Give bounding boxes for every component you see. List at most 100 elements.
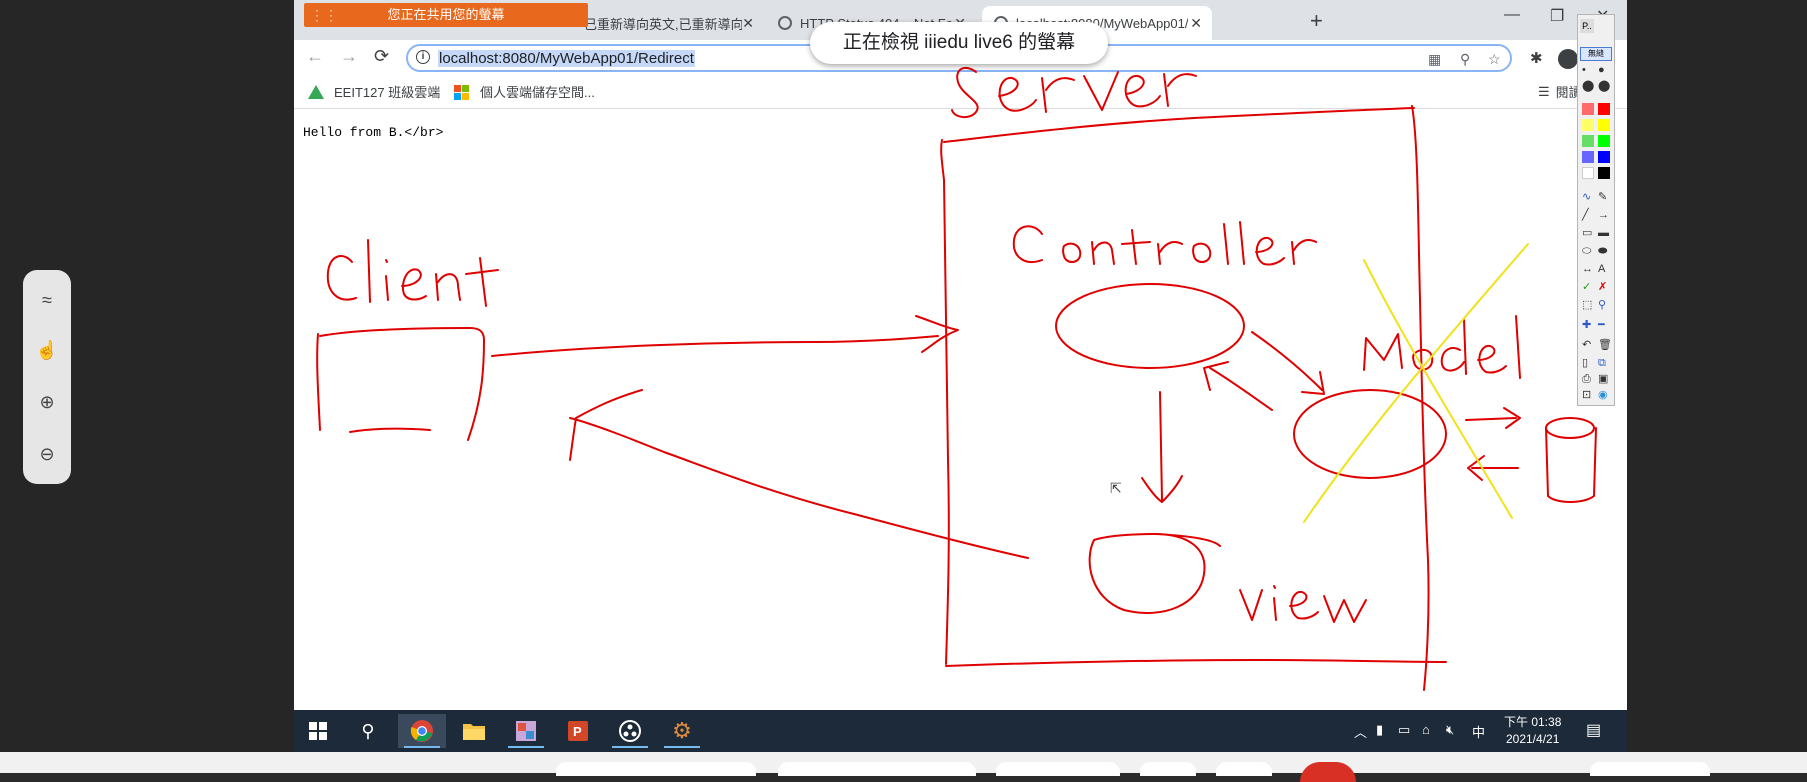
screen-sharing-banner[interactable]: ⋮⋮ 您正在共用您的螢幕 xyxy=(304,3,588,27)
zoom-icon[interactable]: ⚲ xyxy=(1460,51,1470,68)
zoom-out-button[interactable]: ⊖ xyxy=(23,436,71,472)
zoom-minus-icon[interactable]: ━ xyxy=(1598,319,1605,331)
host-control-pill[interactable] xyxy=(1590,762,1710,776)
tray-chevron-icon[interactable]: ︿ xyxy=(1354,722,1367,741)
drag-handle-icon[interactable]: ⋮⋮ xyxy=(310,3,338,27)
zoom-plus-icon[interactable]: ✚ xyxy=(1582,319,1591,331)
ellipse-tool-icon[interactable]: ⬭ xyxy=(1582,245,1591,257)
view-handwriting xyxy=(1239,585,1367,623)
minimize-button[interactable]: — xyxy=(1504,6,1520,24)
view-ellipse xyxy=(1088,533,1221,614)
double-arrow-tool-icon[interactable]: ↔ xyxy=(1582,263,1593,275)
tray-ime-indicator[interactable]: 中 xyxy=(1472,722,1485,741)
model-controller-line xyxy=(1209,367,1273,411)
host-control-pill[interactable] xyxy=(556,762,756,776)
palette-mode-button[interactable]: 無縫 xyxy=(1580,47,1612,61)
tab-redirect-english[interactable]: 已重新導向英文,已重新導向的英 ✕ xyxy=(572,6,764,40)
start-button[interactable] xyxy=(294,714,342,748)
zoom-in-button[interactable]: ⊕ xyxy=(23,384,71,420)
bookmark-eeit127[interactable]: EEIT127 班級雲端 xyxy=(308,82,440,101)
tab-close-icon[interactable]: ✕ xyxy=(742,15,754,32)
qr-code-icon[interactable]: ▦ xyxy=(1428,51,1441,68)
settings-app-icon: ⚙ xyxy=(672,718,692,743)
bookmark-star-icon[interactable]: ☆ xyxy=(1488,51,1501,68)
new-tab-button[interactable]: + xyxy=(1310,8,1323,34)
color-swatch-yellow[interactable] xyxy=(1598,119,1610,131)
filled-ellipse-tool-icon[interactable]: ⬬ xyxy=(1598,245,1607,257)
taskbar-obs[interactable] xyxy=(606,714,654,748)
reading-list[interactable]: ☰ 閱讀 xyxy=(1538,82,1582,101)
color-swatch-light-blue[interactable] xyxy=(1582,151,1594,163)
eraser-icon[interactable]: ✎ xyxy=(1598,191,1607,203)
reload-icon[interactable]: ⟳ xyxy=(374,46,389,67)
color-swatch-light-yellow[interactable] xyxy=(1582,119,1594,131)
select-region-icon[interactable]: ⬚ xyxy=(1582,299,1592,311)
extensions-puzzle-icon[interactable]: ✱ xyxy=(1530,49,1543,67)
screenshot-icon[interactable]: ⊡ xyxy=(1582,389,1591,401)
print-icon[interactable]: ⎙ xyxy=(1582,373,1591,385)
rectangle-tool-icon[interactable]: ▭ xyxy=(1582,227,1592,239)
end-call-button[interactable] xyxy=(1300,762,1356,782)
filled-rectangle-tool-icon[interactable]: ▬ xyxy=(1598,227,1609,239)
yellow-cross-strokes xyxy=(1303,243,1529,523)
pen-medium-dot-icon[interactable]: ● xyxy=(1598,64,1605,76)
color-swatch-white[interactable] xyxy=(1582,167,1594,179)
tab-close-icon[interactable]: ✕ xyxy=(1190,15,1202,32)
color-swatch-light-green[interactable] xyxy=(1582,135,1594,147)
tray-microphone-icon[interactable]: ▮ xyxy=(1376,722,1383,738)
taskbar-file-explorer[interactable] xyxy=(450,714,498,748)
copy-page-icon[interactable]: ⧉ xyxy=(1598,357,1606,369)
line-tool-icon[interactable]: ╱ xyxy=(1582,209,1589,221)
color-swatch-black[interactable] xyxy=(1598,167,1610,179)
color-swatch-blue[interactable] xyxy=(1598,151,1610,163)
url-text[interactable]: localhost:8080/MyWebApp01/Redirect xyxy=(438,50,695,67)
info-globe-icon[interactable]: ◉ xyxy=(1598,389,1608,401)
microsoft-icon xyxy=(454,84,470,100)
undo-icon[interactable]: ↶ xyxy=(1582,339,1591,351)
taskbar-app-gear[interactable]: ⚙ xyxy=(658,714,706,748)
site-info-icon[interactable]: i xyxy=(416,50,430,64)
host-control-pill[interactable] xyxy=(996,762,1120,776)
host-control-pill[interactable] xyxy=(1140,762,1196,776)
viewing-notice-label: 正在檢視 iiiedu live6 的螢幕 xyxy=(842,32,1076,53)
pen-small-dot-icon[interactable]: • xyxy=(1582,64,1586,76)
cross-tool-icon[interactable]: ✗ xyxy=(1598,281,1607,293)
forward-arrow-icon[interactable]: → xyxy=(340,46,358,67)
taskbar-chrome[interactable] xyxy=(398,714,446,748)
host-control-pill[interactable] xyxy=(1216,762,1272,776)
text-tool-icon[interactable]: A xyxy=(1598,263,1605,275)
taskbar-clock[interactable]: 下午 01:38 2021/4/21 xyxy=(1504,714,1561,748)
server-box-right xyxy=(1411,105,1430,691)
tray-volume-muted-icon[interactable]: 🔇︎ xyxy=(1446,722,1454,738)
palette-top-button[interactable]: P.. xyxy=(1580,19,1594,33)
trash-icon[interactable]: 🗑︎ xyxy=(1598,339,1612,351)
checkmark-tool-icon[interactable]: ✓ xyxy=(1582,281,1591,293)
save-icon[interactable]: ▣ xyxy=(1598,373,1608,385)
restore-button[interactable]: ❐ xyxy=(1550,6,1564,26)
annotate-button[interactable]: ≈ xyxy=(23,282,71,318)
pen-large-dot-icon[interactable]: ⬤ xyxy=(1582,80,1594,92)
bookmark-personal-cloud[interactable]: 個人雲端儲存空間... xyxy=(454,82,595,101)
pen-xlarge-dot-icon[interactable]: ⬤ xyxy=(1598,80,1610,92)
profile-avatar[interactable] xyxy=(1558,49,1578,69)
pointer-button[interactable]: ☝ xyxy=(23,332,71,368)
host-bottom-bar xyxy=(0,752,1807,776)
color-swatch-red[interactable] xyxy=(1598,103,1610,115)
taskbar-powerpoint[interactable]: P xyxy=(554,714,602,748)
tray-battery-icon[interactable]: ▭ xyxy=(1398,722,1410,738)
arrow-tool-icon[interactable]: → xyxy=(1598,209,1609,221)
taskbar-paint[interactable] xyxy=(502,714,550,748)
color-swatch-light-red[interactable] xyxy=(1582,103,1594,115)
palette-top-label: P.. xyxy=(1582,21,1592,31)
back-arrow-icon[interactable]: ← xyxy=(306,46,324,67)
client-box-base xyxy=(349,427,431,433)
taskbar-search-button[interactable]: ⚲ xyxy=(344,714,392,748)
color-swatch-green[interactable] xyxy=(1598,135,1610,147)
host-control-pill[interactable] xyxy=(778,762,976,776)
tray-network-icon[interactable]: ⌂ xyxy=(1422,722,1430,737)
globe-icon xyxy=(778,16,792,30)
new-page-icon[interactable]: ▯ xyxy=(1582,357,1588,369)
notification-center-icon[interactable]: ▤ xyxy=(1586,720,1601,740)
freehand-pen-icon[interactable]: ∿ xyxy=(1582,191,1591,203)
magnifier-icon[interactable]: ⚲ xyxy=(1598,299,1606,311)
